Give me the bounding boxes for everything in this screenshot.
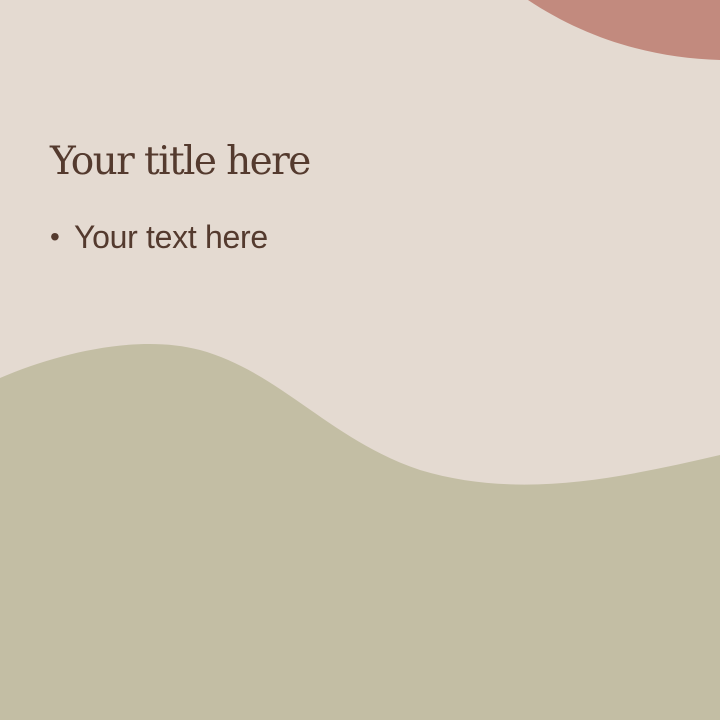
bullet-text: Your text here: [74, 219, 268, 255]
slide-canvas: Your title here • Your text here: [0, 0, 720, 720]
bullet-marker: •: [50, 221, 60, 252]
slide-title: Your title here: [50, 139, 311, 184]
bullet-item: • Your text here: [50, 216, 268, 258]
bullet-list: • Your text here: [50, 216, 268, 258]
slide-background: [0, 0, 720, 720]
